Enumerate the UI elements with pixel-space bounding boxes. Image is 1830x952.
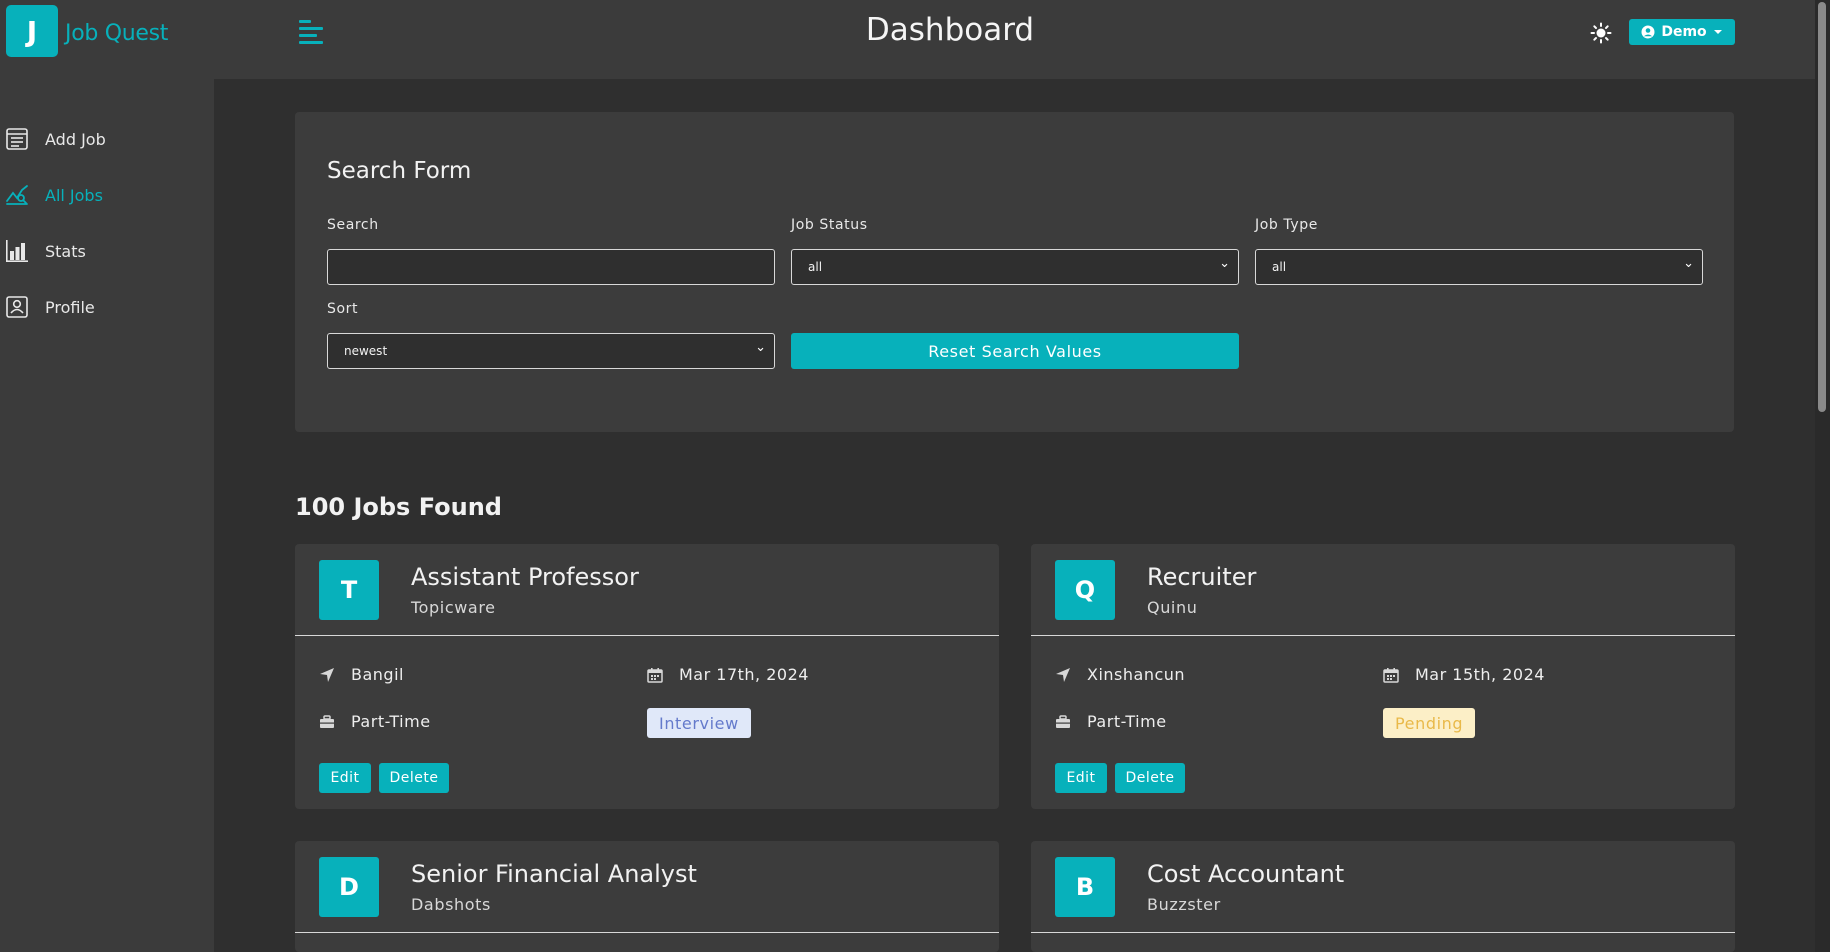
sidebar-item-add-job[interactable]: Add Job (5, 125, 106, 153)
location-arrow-icon (320, 667, 334, 682)
job-title: Recruiter (1147, 563, 1257, 591)
page-scrollbar[interactable] (1815, 0, 1830, 952)
job-date-text: Mar 15th, 2024 (1415, 665, 1545, 684)
job-type-text: Part-Time (351, 712, 431, 731)
scrollbar-thumb[interactable] (1818, 2, 1826, 412)
status-badge: Interview (647, 708, 751, 738)
user-name: Demo (1661, 24, 1707, 40)
job-type-label: Job Type (1255, 217, 1318, 233)
job-date-text: Mar 17th, 2024 (679, 665, 809, 684)
job-type-text: Part-Time (1087, 712, 1167, 731)
job-location: Bangil (319, 665, 404, 684)
add-job-icon (6, 128, 28, 150)
search-input[interactable] (327, 249, 775, 285)
delete-button[interactable]: Delete (1115, 763, 1185, 793)
profile-icon (6, 296, 28, 318)
sidebar: Add Job All Jobs Stats Profile (0, 79, 214, 952)
calendar-icon (1383, 667, 1399, 683)
job-status-select[interactable]: all (791, 249, 1239, 285)
briefcase-icon (1056, 714, 1070, 728)
search-form: Search Form Search Job Status all Job Ty… (295, 112, 1734, 432)
theme-toggle-button[interactable] (1590, 22, 1612, 44)
job-company: Topicware (411, 598, 496, 617)
job-status-label: Job Status (791, 217, 868, 233)
job-date: Mar 15th, 2024 (1383, 665, 1545, 684)
location-arrow-icon (1056, 667, 1070, 682)
sidebar-item-label: All Jobs (45, 185, 103, 205)
job-company: Quinu (1147, 598, 1198, 617)
job-card-header: D Senior Financial Analyst Dabshots (295, 841, 999, 933)
job-location-text: Bangil (351, 665, 404, 684)
job-title: Cost Accountant (1147, 860, 1345, 888)
edit-button[interactable]: Edit (1055, 763, 1107, 793)
jobs-count-heading: 100 Jobs Found (295, 493, 502, 521)
sidebar-item-label: Stats (45, 241, 86, 261)
job-title: Senior Financial Analyst (411, 860, 697, 888)
sidebar-item-label: Add Job (45, 129, 106, 149)
sun-icon (1590, 22, 1612, 44)
job-card: Q Recruiter Quinu Xinshancun Mar 15th, 2… (1031, 544, 1735, 809)
sidebar-item-label: Profile (45, 297, 95, 317)
sidebar-item-stats[interactable]: Stats (5, 237, 86, 265)
job-type-select[interactable]: all (1255, 249, 1703, 285)
job-location: Xinshancun (1055, 665, 1185, 684)
briefcase-icon (320, 714, 334, 728)
reset-search-button[interactable]: Reset Search Values (791, 333, 1239, 369)
job-location-text: Xinshancun (1087, 665, 1186, 684)
user-menu-button[interactable]: Demo (1629, 19, 1735, 45)
stats-icon (6, 240, 28, 262)
job-card-header: T Assistant Professor Topicware (295, 544, 999, 636)
top-navbar: J Job Quest Dashboard Demo (0, 0, 1815, 79)
search-form-title: Search Form (327, 158, 472, 184)
sort-label: Sort (327, 301, 359, 317)
sidebar-item-all-jobs[interactable]: All Jobs (5, 181, 103, 209)
page-title: Dashboard (865, 12, 1035, 48)
job-title: Assistant Professor (411, 563, 639, 591)
sort-select[interactable]: newest (327, 333, 775, 369)
job-card: B Cost Accountant Buzzster (1031, 841, 1735, 952)
job-type: Part-Time (1055, 712, 1167, 731)
page-title-wrap: Dashboard (0, 12, 1830, 48)
job-card: T Assistant Professor Topicware Bangil M… (295, 544, 999, 809)
calendar-icon (647, 667, 663, 683)
job-date: Mar 17th, 2024 (647, 665, 809, 684)
job-type: Part-Time (319, 712, 431, 731)
job-card: D Senior Financial Analyst Dabshots (295, 841, 999, 952)
job-card-header: B Cost Accountant Buzzster (1031, 841, 1735, 933)
caret-down-icon (1713, 30, 1722, 34)
company-avatar: T (319, 560, 379, 620)
company-avatar: D (319, 857, 379, 917)
company-avatar: Q (1055, 560, 1115, 620)
search-label: Search (327, 217, 379, 233)
status-badge: Pending (1383, 708, 1476, 738)
edit-button[interactable]: Edit (319, 763, 371, 793)
job-company: Dabshots (411, 895, 491, 914)
user-circle-icon (1641, 25, 1655, 39)
job-company: Buzzster (1147, 895, 1221, 914)
all-jobs-icon (6, 185, 28, 205)
job-card-header: Q Recruiter Quinu (1031, 544, 1735, 636)
delete-button[interactable]: Delete (379, 763, 449, 793)
sidebar-item-profile[interactable]: Profile (5, 293, 95, 321)
company-avatar: B (1055, 857, 1115, 917)
